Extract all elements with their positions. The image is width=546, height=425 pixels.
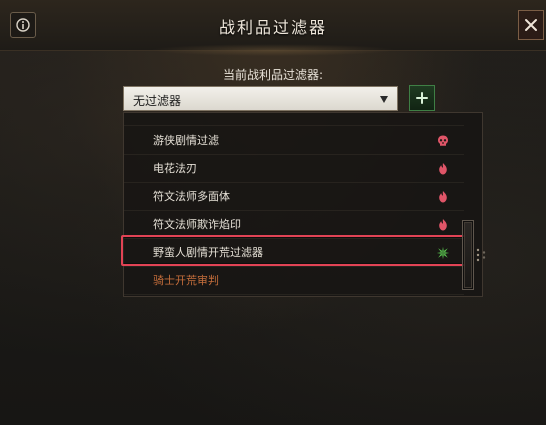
close-button[interactable]	[518, 10, 544, 40]
filter-select-value: 无过滤器	[133, 94, 182, 108]
plus-icon	[416, 92, 428, 104]
filter-dropdown-list: 游侠剧情过滤 电花法刃 符文法师多面体 符文法师欺诈焰印 野蛮人剧情开荒过滤器 …	[123, 112, 483, 297]
chevron-down-icon	[380, 96, 388, 103]
burst-icon	[436, 245, 450, 260]
flame-icon	[436, 161, 450, 175]
list-item[interactable]: 符文法师欺诈焰印	[124, 210, 464, 239]
list-item-label: 符文法师欺诈焰印	[153, 218, 241, 231]
list-item-label: 符文法师多面体	[153, 190, 230, 203]
skull-icon	[436, 133, 450, 147]
add-filter-button[interactable]	[409, 85, 435, 111]
list-item[interactable]	[124, 113, 464, 126]
close-icon	[525, 19, 537, 31]
list-item[interactable]: 符文法师多面体	[124, 182, 464, 211]
window-header: 战利品过滤器	[0, 0, 546, 56]
page-title: 战利品过滤器	[218, 18, 327, 37]
scroll-grip-icon	[476, 248, 486, 262]
list-item-label: 骑士开荒审判	[153, 274, 219, 287]
flame-icon	[436, 217, 450, 231]
scroll-thumb[interactable]	[464, 222, 472, 288]
scrollbar[interactable]	[462, 220, 474, 290]
list-item-label: 游侠剧情过滤	[153, 134, 219, 147]
list-item[interactable]: 电花法刃	[124, 154, 464, 183]
list-item[interactable]: 骑士开荒审判	[124, 266, 464, 295]
filter-select[interactable]: 无过滤器	[123, 86, 398, 111]
list-item[interactable]: 游侠剧情过滤	[124, 126, 464, 155]
current-filter-label: 当前战利品过滤器:	[222, 68, 324, 82]
list-item-label: 野蛮人剧情开荒过滤器	[153, 246, 263, 259]
list-item-label: 电花法刃	[153, 162, 197, 175]
flame-icon	[436, 189, 450, 203]
list-item[interactable]: 野蛮人剧情开荒过滤器	[124, 238, 464, 267]
